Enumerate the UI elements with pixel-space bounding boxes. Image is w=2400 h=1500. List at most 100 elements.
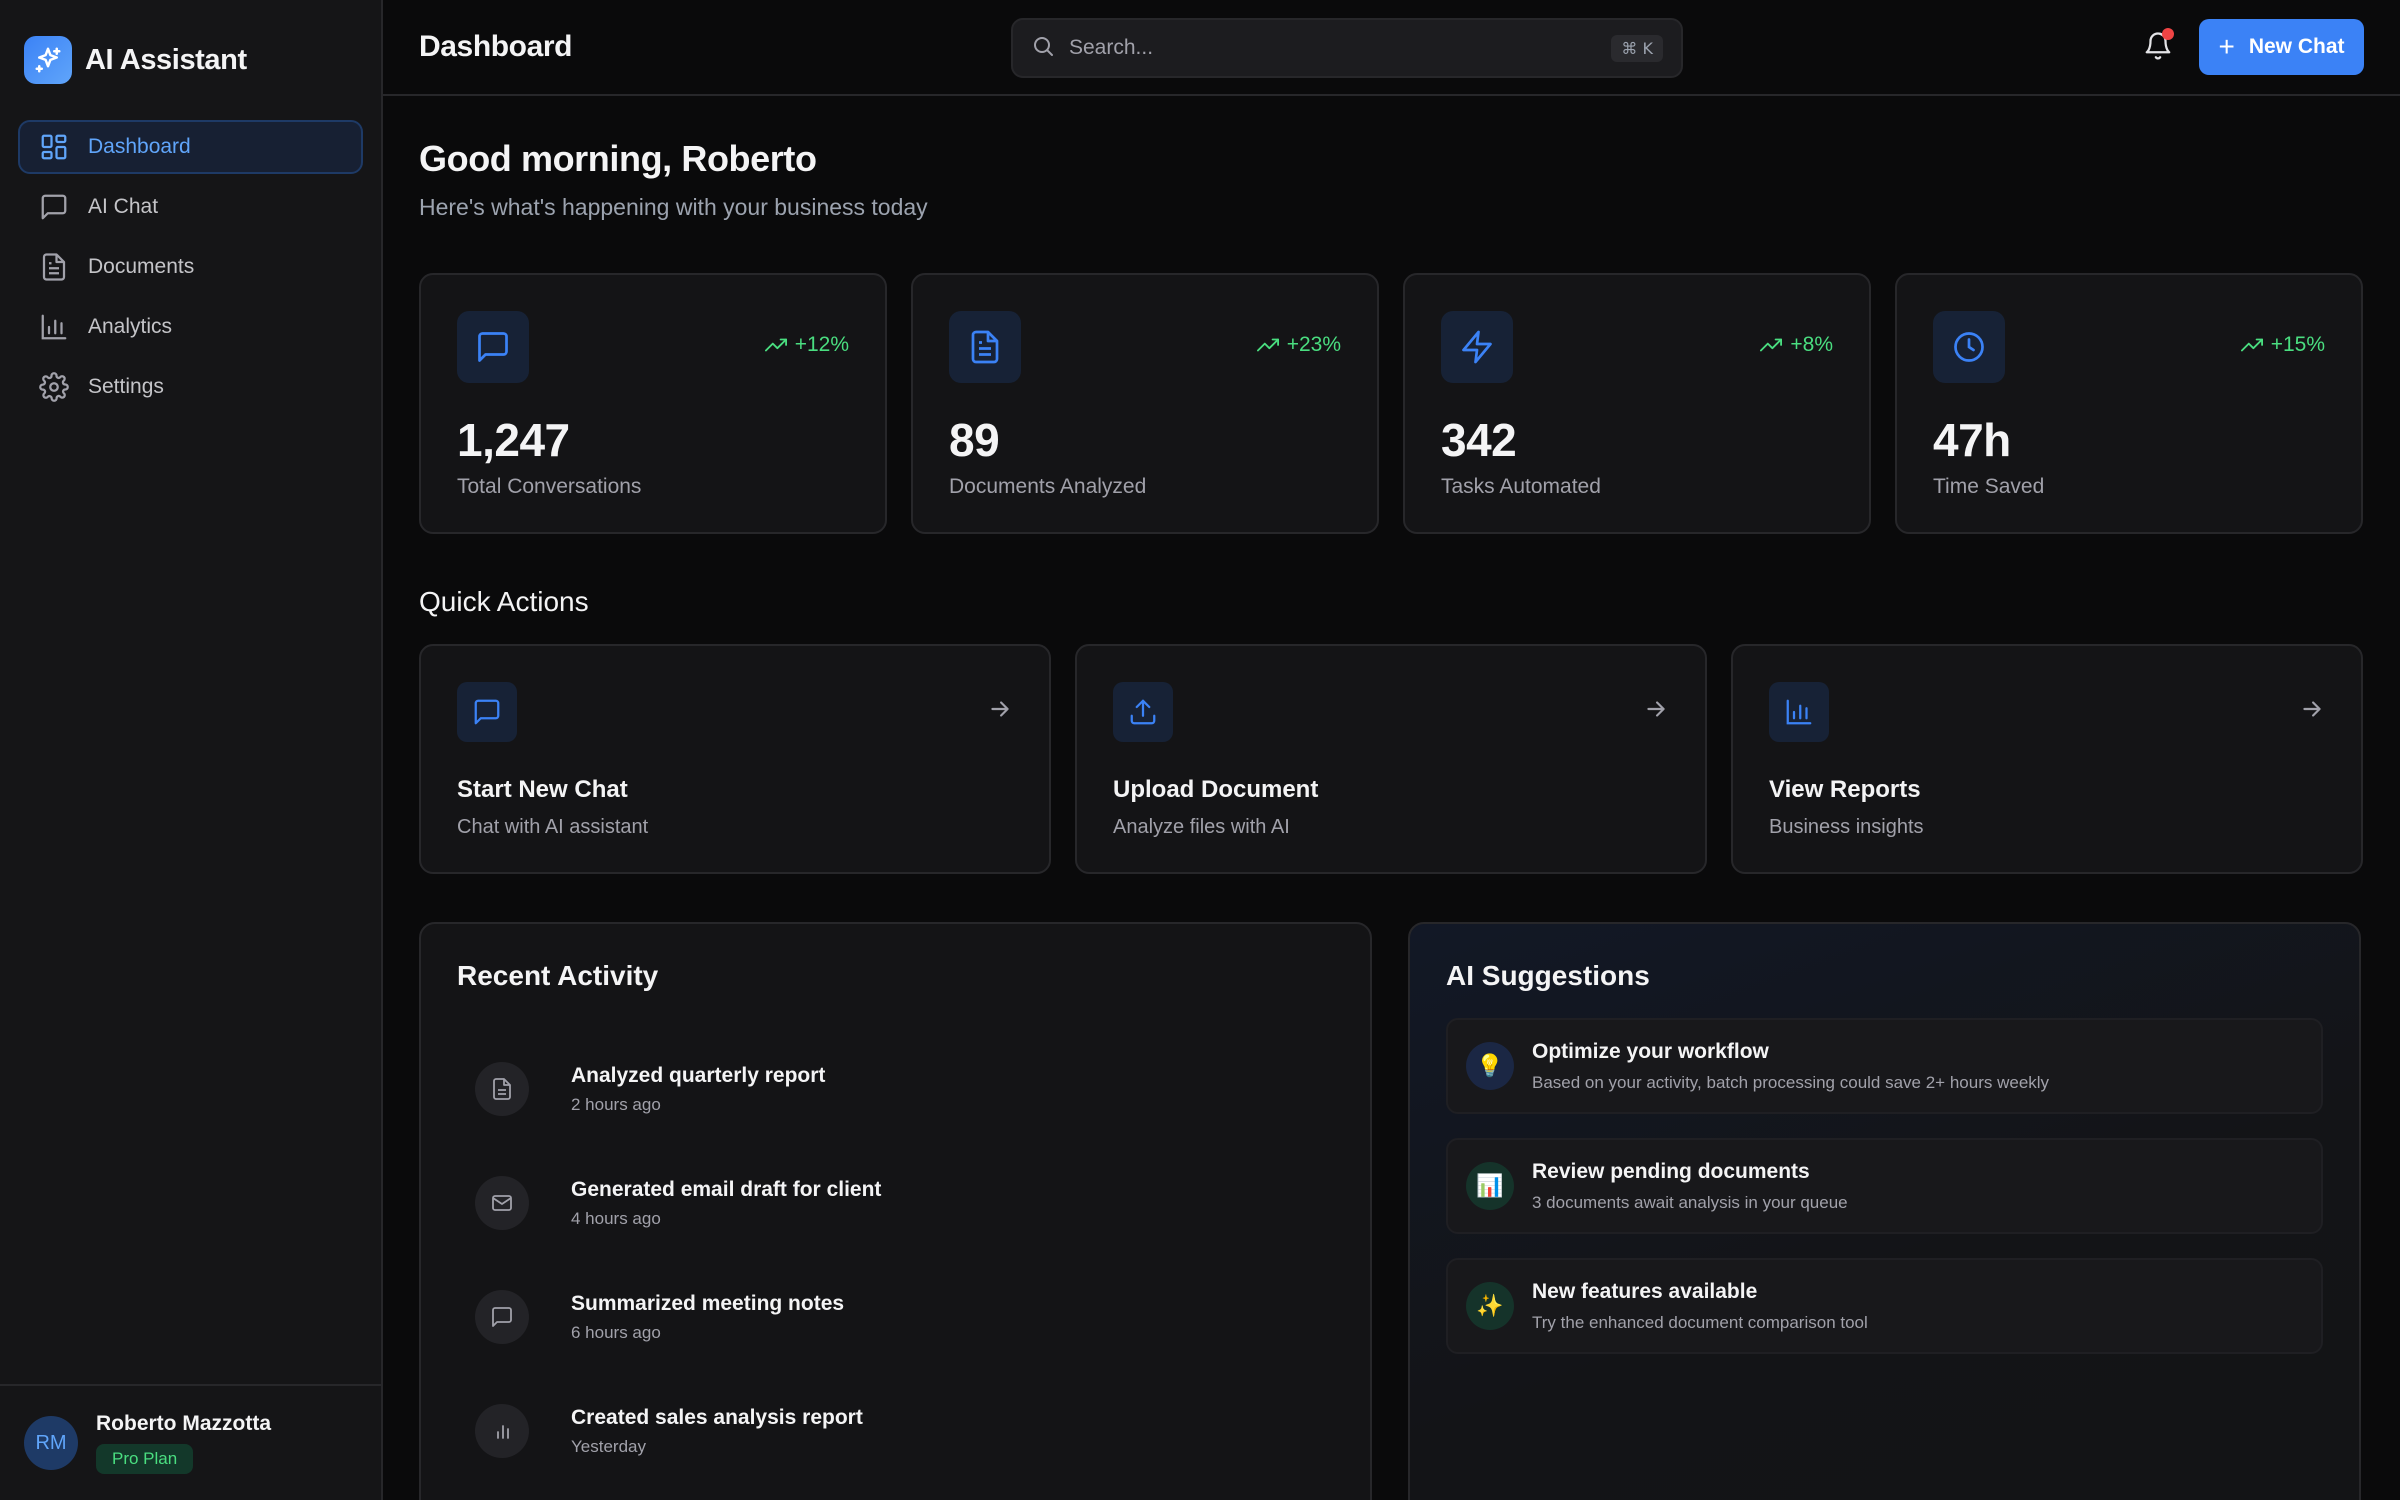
- stat-value: 89: [949, 414, 1000, 466]
- action-subtitle: Chat with AI assistant: [457, 816, 649, 838]
- new-chat-button[interactable]: + New Chat: [2199, 19, 2364, 75]
- activity-title: Generated email draft for client: [571, 1177, 882, 1201]
- chat-bubble-icon: [475, 1290, 529, 1344]
- stat-value: 342: [1441, 414, 1517, 466]
- action-start-new-chat[interactable]: Start New Chat Chat with AI assistant: [419, 644, 1051, 874]
- arrow-right-icon: [987, 696, 1013, 727]
- bottom-panels: Recent Activity Analyzed quarterly repor…: [419, 922, 2364, 1500]
- stat-value: 1,247: [457, 414, 570, 466]
- lightning-icon: [1441, 311, 1513, 383]
- quick-actions: Start New Chat Chat with AI assistant Up…: [419, 644, 2364, 874]
- suggestion-text: New features available Try the enhanced …: [1532, 1280, 1868, 1333]
- trend-indicator: +8%: [1760, 333, 1833, 357]
- sidebar-item-documents[interactable]: Documents: [18, 240, 363, 294]
- document-icon: [949, 311, 1021, 383]
- panel-title: AI Suggestions: [1446, 960, 1650, 991]
- activity-time: 4 hours ago: [571, 1208, 661, 1228]
- arrow-right-icon: [1643, 696, 1669, 727]
- activity-text: Analyzed quarterly report 2 hours ago: [571, 1064, 825, 1115]
- list-item[interactable]: Generated email draft for client 4 hours…: [457, 1146, 1334, 1260]
- stat-card-documents[interactable]: +23% 89 Documents Analyzed: [911, 273, 1379, 534]
- bar-chart-icon: [475, 1404, 529, 1458]
- trending-up-icon: [1256, 338, 1279, 352]
- greeting-subtitle: Here's what's happening with your busine…: [419, 194, 928, 220]
- sidebar-nav: Dashboard AI Chat Documents Analytics Se…: [0, 120, 381, 420]
- stat-label: Documents Analyzed: [949, 475, 1147, 498]
- suggestion-title: Review pending documents: [1532, 1159, 1810, 1183]
- user-profile[interactable]: RM Roberto Mazzotta Pro Plan: [0, 1384, 381, 1500]
- chat-bubble-icon: [38, 191, 70, 223]
- suggestion-subtitle: Based on your activity, batch processing…: [1532, 1072, 2050, 1092]
- notification-dot: [2162, 28, 2174, 40]
- trend-indicator: +15%: [2240, 333, 2325, 357]
- chart-emoji-icon: 📊: [1466, 1162, 1514, 1210]
- stat-card-conversations[interactable]: +12% 1,247 Total Conversations: [419, 273, 887, 534]
- greeting-title: Good morning, Roberto: [419, 138, 817, 179]
- activity-text: Created sales analysis report Yesterday: [571, 1406, 863, 1457]
- action-subtitle: Business insights: [1769, 816, 1924, 838]
- trend-indicator: +12%: [764, 333, 849, 357]
- page-title: Dashboard: [419, 30, 573, 63]
- search-icon: [1031, 34, 1055, 63]
- sidebar-item-ai-chat[interactable]: AI Chat: [18, 180, 363, 234]
- stat-label: Time Saved: [1933, 475, 2045, 498]
- clock-icon: [1933, 311, 2005, 383]
- list-item[interactable]: Summarized meeting notes 6 hours ago: [457, 1260, 1334, 1374]
- bar-chart-icon: [38, 311, 70, 343]
- action-view-reports[interactable]: View Reports Business insights: [1731, 644, 2363, 874]
- suggestion-title: New features available: [1532, 1279, 1758, 1303]
- dashboard-grid-icon: [38, 131, 70, 163]
- trend-indicator: +23%: [1256, 333, 1341, 357]
- notifications-button[interactable]: [2136, 26, 2180, 70]
- sidebar-item-label: Analytics: [88, 315, 173, 338]
- plus-icon: +: [2218, 31, 2235, 62]
- sidebar-item-dashboard[interactable]: Dashboard: [18, 120, 363, 174]
- search-input[interactable]: [1069, 36, 1612, 60]
- recent-activity-panel: Recent Activity Analyzed quarterly repor…: [419, 922, 1372, 1500]
- trending-up-icon: [2240, 338, 2263, 352]
- sidebar-item-label: AI Chat: [88, 195, 159, 218]
- sidebar-item-settings[interactable]: Settings: [18, 360, 363, 414]
- gear-icon: [38, 371, 70, 403]
- quick-actions-title: Quick Actions: [419, 586, 589, 617]
- activity-list: Analyzed quarterly report 2 hours ago Ge…: [457, 1032, 1334, 1488]
- panel-title: Recent Activity: [457, 960, 659, 991]
- suggestion-subtitle: 3 documents await analysis in your queue: [1532, 1192, 1848, 1212]
- sidebar-item-label: Settings: [88, 375, 164, 398]
- chat-bubble-icon: [457, 682, 517, 742]
- sidebar-item-label: Documents: [88, 255, 195, 278]
- user-name: Roberto Mazzotta: [96, 1412, 271, 1435]
- suggestion-item[interactable]: 📊 Review pending documents 3 documents a…: [1446, 1138, 2323, 1234]
- document-icon: [475, 1062, 529, 1116]
- action-upload-document[interactable]: Upload Document Analyze files with AI: [1075, 644, 1707, 874]
- document-icon: [38, 251, 70, 283]
- app-root: AI Assistant Dashboard AI Chat Documents…: [0, 0, 2400, 1500]
- sidebar-item-analytics[interactable]: Analytics: [18, 300, 363, 354]
- arrow-right-icon: [2299, 696, 2325, 727]
- activity-title: Created sales analysis report: [571, 1405, 863, 1429]
- lightbulb-icon: 💡: [1466, 1042, 1514, 1090]
- stat-card-time-saved[interactable]: +15% 47h Time Saved: [1895, 273, 2363, 534]
- ai-suggestions-panel: AI Suggestions 💡 Optimize your workflow …: [1408, 922, 2361, 1500]
- main-content: Dashboard ⌘ K +: [383, 0, 2400, 1500]
- action-title: Upload Document: [1113, 776, 1319, 803]
- stat-label: Total Conversations: [457, 475, 642, 498]
- suggestion-item[interactable]: ✨ New features available Try the enhance…: [1446, 1258, 2323, 1354]
- activity-title: Analyzed quarterly report: [571, 1063, 826, 1087]
- search-bar[interactable]: ⌘ K: [1011, 18, 1683, 78]
- mail-icon: [475, 1176, 529, 1230]
- sidebar-item-label: Dashboard: [88, 135, 191, 158]
- sparkles-icon: ✨: [1466, 1282, 1514, 1330]
- action-title: View Reports: [1769, 776, 1921, 803]
- brand[interactable]: AI Assistant: [0, 0, 381, 120]
- stat-card-tasks[interactable]: +8% 342 Tasks Automated: [1403, 273, 1871, 534]
- suggestion-item[interactable]: 💡 Optimize your workflow Based on your a…: [1446, 1018, 2323, 1114]
- chat-bubble-icon: [457, 311, 529, 383]
- app-name: AI Assistant: [85, 43, 247, 76]
- trend-value: +8%: [1790, 333, 1833, 356]
- trending-up-icon: [1760, 338, 1783, 352]
- list-item[interactable]: Created sales analysis report Yesterday: [457, 1374, 1334, 1488]
- new-chat-label: New Chat: [2248, 35, 2345, 58]
- trend-value: +23%: [1286, 333, 1341, 356]
- list-item[interactable]: Analyzed quarterly report 2 hours ago: [457, 1032, 1334, 1146]
